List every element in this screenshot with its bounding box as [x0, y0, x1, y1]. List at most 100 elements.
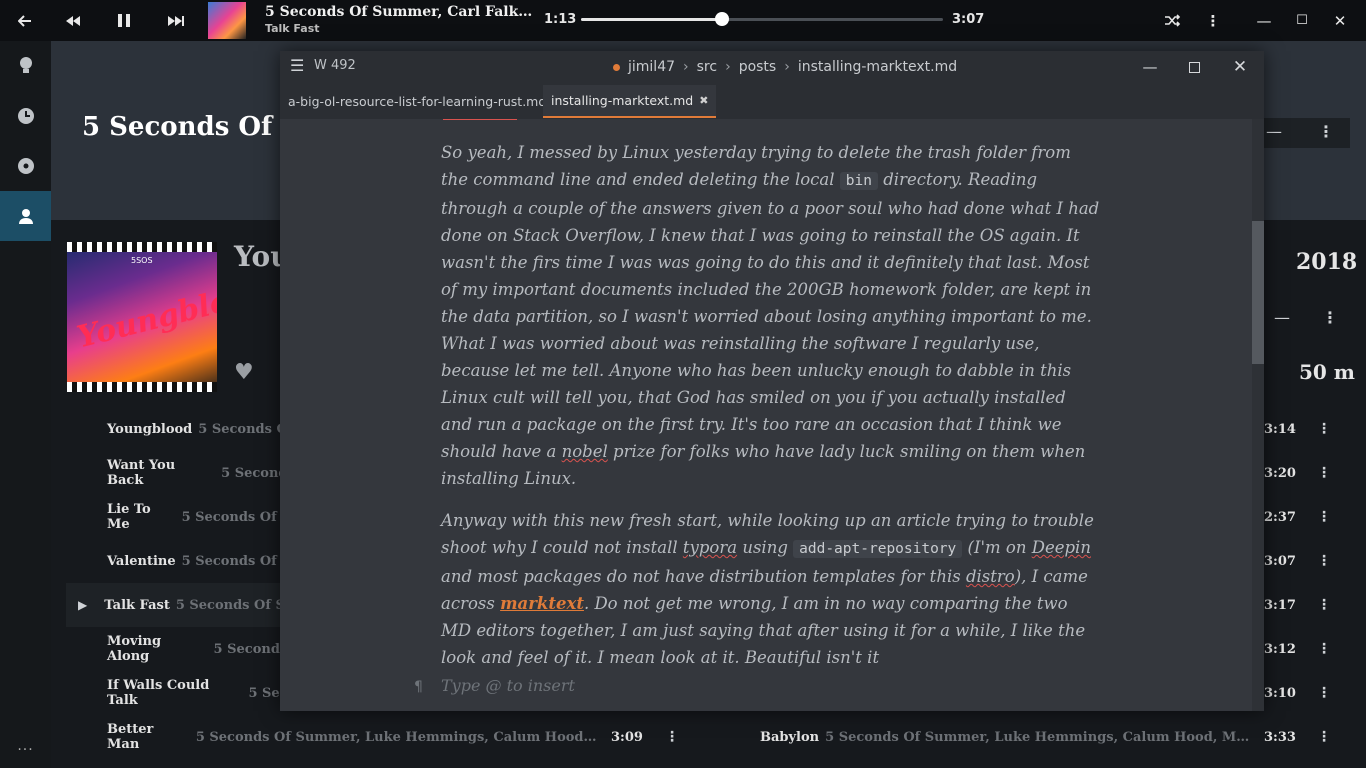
track-kebab-icon[interactable]: ⋮ — [1317, 729, 1331, 745]
track-title: Better Man — [107, 722, 154, 752]
track-row[interactable]: If Walls Could Talk 5 Sec — [107, 671, 287, 715]
track-artists: 5 Seconds O — [198, 421, 287, 437]
breadcrumb-separator: › — [725, 59, 731, 75]
paragraph-text: directory. Reading through a couple of t… — [441, 170, 1100, 461]
track-kebab-icon[interactable]: ⋮ — [1317, 553, 1331, 569]
breadcrumb-item: src — [696, 59, 718, 75]
fast-forward-icon[interactable] — [163, 0, 189, 41]
misspelled-word: nobel — [561, 442, 608, 461]
editor-close-button[interactable]: ✕ — [1226, 55, 1254, 79]
shuffle-icon[interactable] — [1160, 0, 1186, 41]
now-playing-title[interactable]: 5 Seconds Of Summer, Carl Falk, … — [265, 4, 535, 20]
track-duration: 3:14 — [1264, 422, 1296, 437]
track-title: Talk Fast — [104, 597, 170, 613]
track-kebab-icon[interactable]: ⋮ — [1317, 465, 1331, 481]
tab-installing-marktext[interactable]: installing-marktext.md ✖ — [543, 85, 717, 118]
pilcrow-icon[interactable]: ¶ — [414, 679, 423, 695]
editor-body[interactable]: So yeah, I messed by Linux yesterday try… — [280, 119, 1252, 711]
track-row[interactable]: Lie To Me 5 Seconds Of S — [107, 495, 287, 539]
paragraph-text: using — [737, 538, 794, 557]
track-row[interactable]: Babylon 5 Seconds Of Summer, Luke Hemming… — [760, 715, 1254, 759]
lightbulb-icon[interactable] — [0, 41, 51, 91]
close-tab-icon[interactable]: ✖ — [699, 94, 708, 107]
track-duration: 3:10 — [1264, 686, 1296, 701]
now-playing-cover[interactable] — [208, 2, 246, 39]
track-row[interactable]: Youngblood 5 Seconds O — [107, 407, 287, 451]
editor-titlebar: ☰ W 492 jimil47 › src › posts › installi… — [280, 51, 1264, 83]
track-duration: 3:20 — [1264, 466, 1296, 481]
now-playing-track: Talk Fast — [265, 22, 320, 35]
track-artists: 5 Seconds Of S — [181, 509, 287, 525]
seek-progress — [581, 18, 723, 21]
album-kebab-icon[interactable]: ⋮ — [1322, 308, 1338, 327]
paragraph-2[interactable]: Anyway with this new fresh start, while … — [441, 507, 1101, 671]
rewind-icon[interactable] — [60, 0, 86, 41]
track-kebab-icon[interactable]: ⋮ — [1317, 641, 1331, 657]
track-kebab-icon[interactable]: ⋮ — [665, 729, 679, 745]
track-duration: 3:12 — [1264, 642, 1296, 657]
header-minus-icon[interactable]: — — [1266, 122, 1282, 141]
heart-icon[interactable]: ♥ — [234, 360, 254, 385]
hamburger-icon[interactable]: ☰ — [290, 56, 304, 75]
track-duration: 3:07 — [1264, 554, 1296, 569]
tab-label: installing-marktext.md — [551, 93, 694, 108]
album-cover-stripe-bottom — [67, 382, 217, 392]
word-count[interactable]: W 492 — [314, 58, 356, 73]
inline-code: add-apt-repository — [793, 540, 963, 558]
album-cover[interactable]: 5SOS Youngblood — [67, 242, 217, 392]
track-title: Babylon — [760, 729, 820, 745]
arrow-left-icon[interactable] — [10, 0, 40, 41]
total-time: 3:07 — [952, 12, 985, 27]
track-row-playing[interactable]: ▶ Talk Fast 5 Seconds Of S — [66, 583, 286, 627]
breadcrumb-item: jimil47 — [628, 59, 676, 75]
album-cover-brand: 5SOS — [131, 256, 153, 265]
track-artists: 5 Seconds Of S — [175, 597, 285, 613]
marktext-link[interactable]: marktext — [500, 594, 584, 613]
track-title: Valentine — [107, 553, 176, 569]
editor-scrollbar[interactable] — [1252, 119, 1264, 711]
editor-tabs: a-big-ol-resource-list-for-learning-rust… — [280, 83, 1264, 119]
track-kebab-icon[interactable]: ⋮ — [1317, 685, 1331, 701]
album-minus-icon[interactable]: — — [1274, 308, 1290, 327]
track-artists: 5 Seconds — [213, 641, 287, 657]
person-icon[interactable] — [0, 191, 51, 241]
track-row[interactable]: Valentine 5 Seconds Of S — [107, 539, 287, 583]
track-row[interactable]: Moving Along 5 Seconds — [107, 627, 287, 671]
header-actions — [1250, 118, 1350, 148]
maximize-button[interactable]: ☐ — [1290, 0, 1314, 41]
album-cover-lettering: Youngblood — [73, 273, 217, 356]
album-duration: 50 m — [1299, 360, 1355, 384]
pause-icon[interactable] — [111, 0, 137, 41]
editor-minimize-button[interactable]: — — [1136, 55, 1164, 79]
insert-placeholder[interactable]: Type @ to insert — [441, 676, 575, 695]
track-kebab-icon[interactable]: ⋮ — [1317, 509, 1331, 525]
track-title: Want You Back — [107, 458, 176, 488]
track-title: Lie To Me — [107, 502, 151, 532]
tab-rust-list[interactable]: a-big-ol-resource-list-for-learning-rust… — [280, 85, 554, 118]
header-kebab-icon[interactable]: ⋮ — [1318, 122, 1334, 141]
track-duration: 3:33 — [1264, 730, 1296, 745]
artist-title: 5 Seconds Of — [82, 112, 273, 142]
seek-bar[interactable] — [581, 12, 943, 26]
play-icon[interactable]: ▶ — [78, 598, 87, 612]
editor-scrollbar-thumb[interactable] — [1252, 221, 1264, 364]
track-row[interactable]: Better Man 5 Seconds Of Summer, Luke Hemm… — [107, 715, 599, 759]
track-duration: 2:37 — [1264, 510, 1296, 525]
disc-icon[interactable] — [0, 141, 51, 191]
editor-maximize-button[interactable] — [1180, 55, 1208, 79]
seek-handle[interactable] — [715, 12, 730, 26]
more-icon[interactable]: ··· — [0, 742, 51, 758]
paragraph-text: (I'm on — [962, 538, 1032, 557]
minimize-button[interactable]: — — [1252, 0, 1276, 41]
breadcrumb-item: installing-marktext.md — [797, 59, 958, 75]
track-kebab-icon[interactable]: ⋮ — [1317, 597, 1331, 613]
paragraph-1[interactable]: So yeah, I messed by Linux yesterday try… — [441, 139, 1101, 492]
close-button[interactable]: ✕ — [1328, 0, 1352, 41]
clock-icon[interactable] — [0, 91, 51, 141]
kebab-menu-icon[interactable]: ⋮ — [1203, 0, 1223, 41]
breadcrumb-separator: › — [784, 59, 790, 75]
track-kebab-icon[interactable]: ⋮ — [1317, 421, 1331, 437]
album-year: 2018 — [1296, 249, 1358, 275]
album-cover-stripe-top — [67, 242, 217, 252]
track-row[interactable]: Want You Back 5 Second — [107, 451, 287, 495]
